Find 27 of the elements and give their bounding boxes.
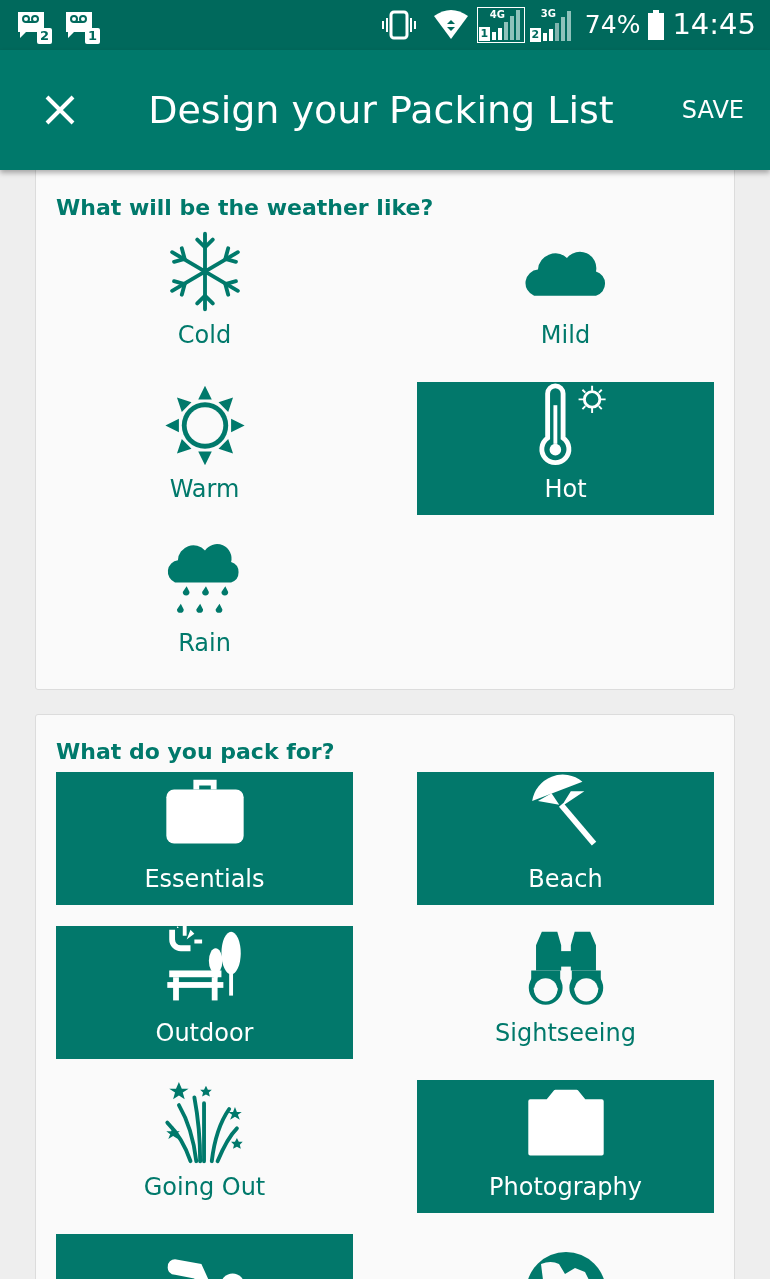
option-tile[interactable]: Warm (56, 382, 353, 515)
sim-number: 1 (478, 27, 490, 41)
battery-level: 74% (584, 9, 641, 42)
clock: 14:45 (672, 6, 756, 44)
wifi-icon (432, 10, 469, 40)
option-tile[interactable]: Going Out (56, 1080, 353, 1213)
vibrate-icon (380, 10, 417, 40)
option-tile[interactable]: Outdoor (56, 926, 353, 1059)
option-tile[interactable]: Beach (417, 772, 714, 905)
save-button[interactable]: SAVE (681, 92, 744, 128)
option-tile[interactable]: Essentials (56, 772, 353, 905)
sim-number: 2 (529, 28, 541, 42)
close-icon (44, 94, 76, 126)
option-tile[interactable]: Rain (56, 536, 353, 669)
section-heading: What do you pack for? (56, 738, 336, 766)
sim-number: 2 (37, 28, 52, 44)
battery-icon (648, 10, 665, 40)
option-tile[interactable]: Mild (417, 228, 714, 361)
option-tile[interactable]: Hot (417, 382, 714, 515)
section-heading: What will be the weather like? (56, 194, 435, 222)
network-type: 3G (540, 7, 556, 21)
network-type: 4G (489, 8, 505, 22)
option-tile[interactable]: Photography (417, 1080, 714, 1213)
option-tile[interactable]: Cold (56, 228, 353, 361)
sim-number: 1 (85, 28, 100, 44)
option-tile[interactable]: Sightseeing (417, 926, 714, 1059)
screen-title: Design your Packing List (147, 86, 615, 134)
